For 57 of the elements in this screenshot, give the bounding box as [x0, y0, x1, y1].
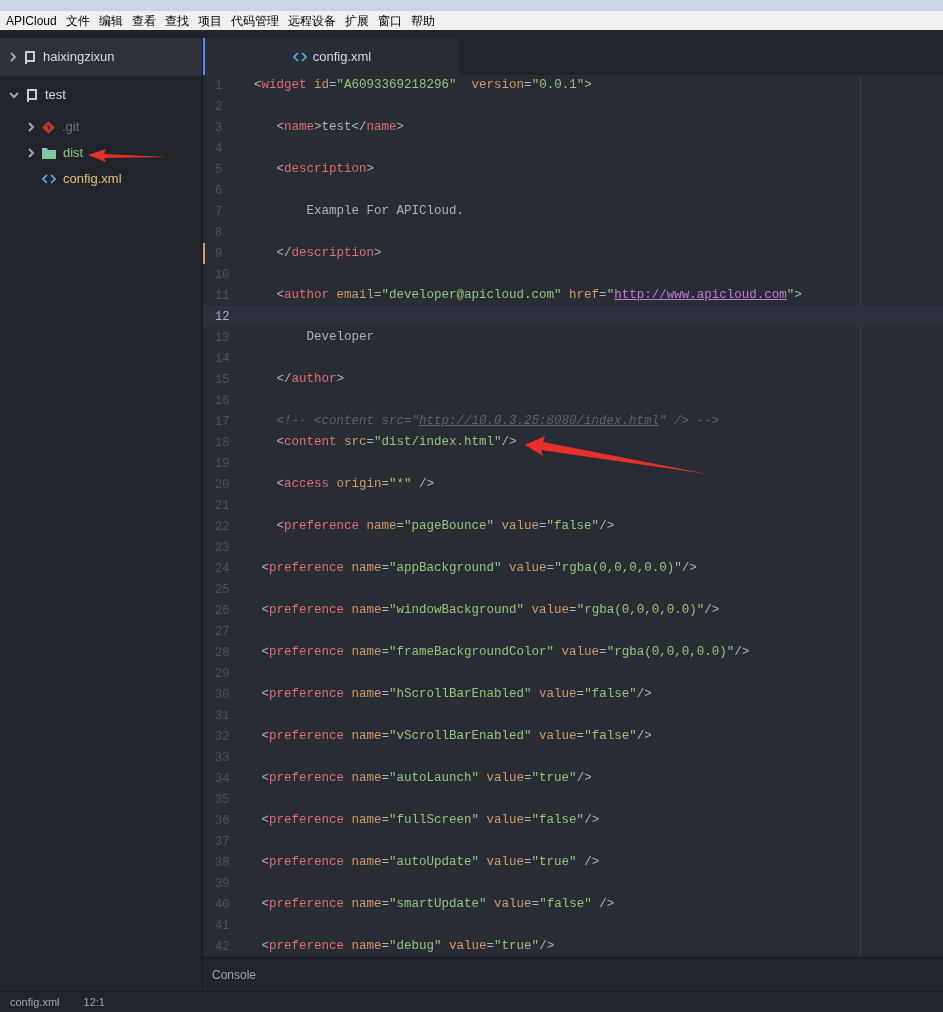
code-line: <preference name="frameBackgroundColor" value="rgba(0,0,0,0.0)"/> — [260, 644, 750, 662]
menu-item[interactable]: 项目 — [197, 11, 222, 30]
item-label: haixingzixun — [43, 48, 115, 67]
menu-item[interactable]: 查看 — [131, 11, 156, 30]
code-line: <preference name="appBackground" value="rgba(0,0,0,0.0)"/> — [260, 560, 697, 578]
code-line: </author> — [275, 371, 345, 389]
menu-item[interactable]: 扩展 — [344, 11, 369, 30]
code-line: <name>test</name> — [275, 119, 405, 137]
code-line: Example For APICloud. — [305, 203, 465, 221]
code-line: <preference name="fullScreen" value="false"/> — [260, 812, 600, 830]
menu-item[interactable]: 远程设备 — [287, 11, 336, 30]
code-line: <preference name="smartUpdate" value="false" /> — [260, 896, 615, 914]
tree-item[interactable]: config.xml — [0, 166, 202, 192]
project-row[interactable]: haixingzixun — [0, 38, 202, 76]
book-icon — [24, 49, 36, 65]
chevron-down-icon — [9, 91, 19, 99]
code-line: <access origin="*" /> — [275, 476, 435, 494]
chevron-right-icon — [27, 122, 35, 132]
console-tab[interactable]: Console — [212, 965, 257, 984]
chevron-right-icon — [9, 52, 17, 62]
line-number: 12 — [214, 308, 231, 326]
menu-item[interactable]: 窗口 — [377, 11, 402, 30]
menu-item[interactable]: 查找 — [164, 11, 189, 30]
item-label: test — [45, 86, 66, 105]
code-line: </description> — [275, 245, 382, 263]
item-label: config.xml — [63, 170, 122, 189]
book-icon — [26, 87, 38, 103]
status-file-name: config.xml — [10, 994, 60, 1010]
code-line: <widget id="A6093369218296" version="0.0.1"> — [254, 77, 592, 95]
tree-item[interactable]: dist — [0, 140, 202, 166]
code-line: <preference name="autoLaunch" value="true"/> — [260, 770, 592, 788]
git-icon — [42, 120, 55, 134]
menu-item[interactable]: 帮助 — [410, 11, 435, 30]
item-label: .git — [62, 118, 80, 137]
code-line: <preference name="debug" value="true"/> — [260, 938, 555, 956]
cursor-position: 12:1 — [83, 994, 105, 1010]
code-line: Developer — [305, 329, 375, 347]
chevron-right-icon — [27, 148, 35, 158]
code-line: <preference name="hScrollBarEnabled" value="false"/> — [260, 686, 652, 704]
code-line: <preference name="autoUpdate" value="true" /> — [260, 854, 600, 872]
code-line: <preference name="pageBounce" value="false"/> — [275, 518, 615, 536]
item-label: dist — [63, 144, 84, 163]
code-line: <content src="dist/index.html"/> — [275, 434, 517, 452]
menu-item[interactable]: 文件 — [65, 11, 90, 30]
code-line: <preference name="vScrollBarEnabled" value="false"/> — [260, 728, 652, 746]
menu-item[interactable]: 代码管理 — [230, 11, 279, 30]
code-line: <description> — [275, 161, 375, 179]
editor-tab[interactable]: config.xml — [203, 38, 459, 75]
code-icon — [42, 174, 56, 184]
menu-item[interactable]: APICloud — [6, 11, 57, 30]
project-row[interactable]: test — [0, 76, 202, 114]
code-line: <!-- <content src="http://10.0.3.25:8080/index.html" /> --> — [275, 413, 720, 431]
code-icon — [292, 51, 307, 62]
menu-item[interactable]: 编辑 — [98, 11, 123, 30]
code-line: <author email="developer@apicloud.com" href="http://www.apicloud.com"> — [275, 287, 802, 305]
code-line: <preference name="windowBackground" value="rgba(0,0,0,0.0)"/> — [260, 602, 720, 620]
folder-icon — [42, 147, 56, 159]
